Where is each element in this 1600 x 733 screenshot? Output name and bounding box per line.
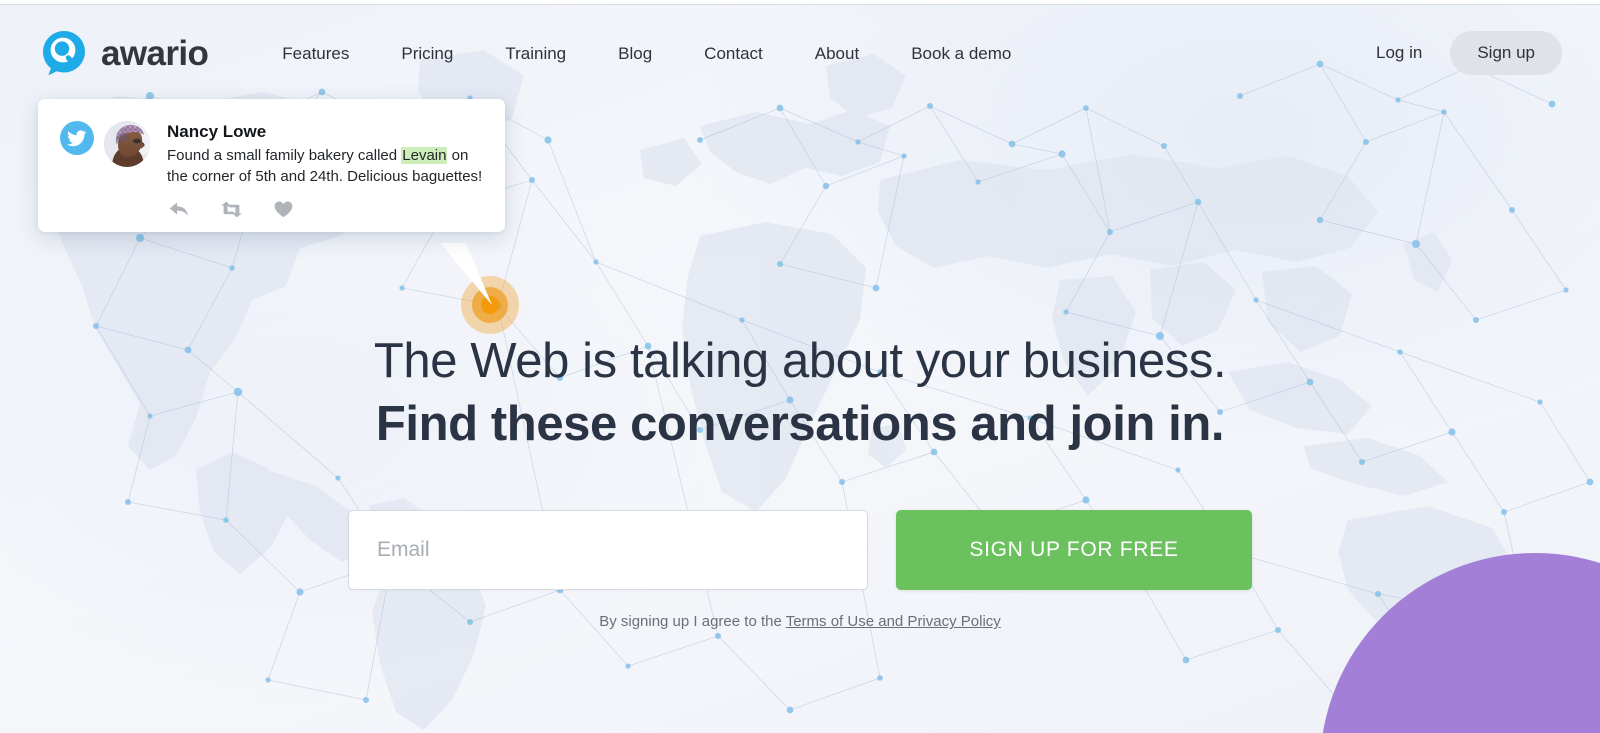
brand-name: awario bbox=[101, 33, 209, 73]
like-heart-icon[interactable] bbox=[274, 201, 293, 218]
login-link[interactable]: Log in bbox=[1356, 33, 1442, 73]
nav-item-pricing[interactable]: Pricing bbox=[375, 45, 479, 62]
nav-item-training[interactable]: Training bbox=[479, 45, 592, 62]
retweet-icon[interactable] bbox=[221, 201, 242, 218]
site-header: awario Features Pricing Training Blog Co… bbox=[0, 5, 1600, 101]
terms-prefix: By signing up I agree to the bbox=[599, 613, 786, 631]
mention-author-name: Nancy Lowe bbox=[167, 122, 267, 141]
nav-item-book-a-demo[interactable]: Book a demo bbox=[885, 45, 1037, 62]
mention-text: Found a small family bakery called Levai… bbox=[167, 146, 483, 187]
awario-speech-bubble-magnifier-logo bbox=[43, 31, 85, 76]
hero-section: The Web is talking about your business. … bbox=[0, 330, 1600, 630]
signup-form: SIGN UP FOR FREE bbox=[348, 510, 1252, 591]
nav-item-contact[interactable]: Contact bbox=[678, 45, 789, 62]
nav-item-features[interactable]: Features bbox=[256, 45, 375, 62]
terms-of-use-and-privacy-policy-link[interactable]: Terms of Use and Privacy Policy bbox=[786, 613, 1001, 630]
user-avatar-photo bbox=[104, 121, 150, 167]
nav-item-blog[interactable]: Blog bbox=[592, 45, 678, 62]
mention-keyword-highlight: Levain bbox=[401, 147, 448, 165]
mention-actions bbox=[167, 201, 483, 218]
twitter-bird-icon bbox=[60, 121, 94, 155]
main-navigation: Features Pricing Training Blog Contact A… bbox=[256, 45, 1037, 62]
headline-line-2: Find these conversations and join in. bbox=[375, 396, 1225, 451]
browser-top-strip bbox=[0, 0, 1600, 5]
mention-card-media bbox=[60, 120, 150, 218]
landing-page: awario Features Pricing Training Blog Co… bbox=[0, 0, 1600, 733]
reply-icon[interactable] bbox=[169, 201, 189, 218]
nav-item-about[interactable]: About bbox=[789, 45, 885, 62]
mention-text-before: Found a small family bakery called bbox=[167, 147, 402, 165]
callout-pointer-tail bbox=[440, 243, 492, 305]
mention-card-body: Nancy Lowe Found a small family bakery c… bbox=[167, 120, 483, 218]
email-input[interactable] bbox=[348, 510, 868, 591]
header-actions: Log in Sign up bbox=[1356, 31, 1562, 75]
brand-logo[interactable]: awario bbox=[40, 29, 209, 77]
hero-headline: The Web is talking about your business. … bbox=[373, 330, 1227, 455]
signup-for-free-button[interactable]: SIGN UP FOR FREE bbox=[896, 510, 1252, 591]
signup-button[interactable]: Sign up bbox=[1450, 31, 1562, 75]
twitter-mention-card[interactable]: Nancy Lowe Found a small family bakery c… bbox=[38, 99, 505, 233]
terms-agreement-text: By signing up I agree to the Terms of Us… bbox=[599, 613, 1001, 630]
social-mention-card-wrapper: Nancy Lowe Found a small family bakery c… bbox=[38, 99, 505, 233]
headline-line-1: The Web is talking about your business. bbox=[373, 334, 1227, 388]
